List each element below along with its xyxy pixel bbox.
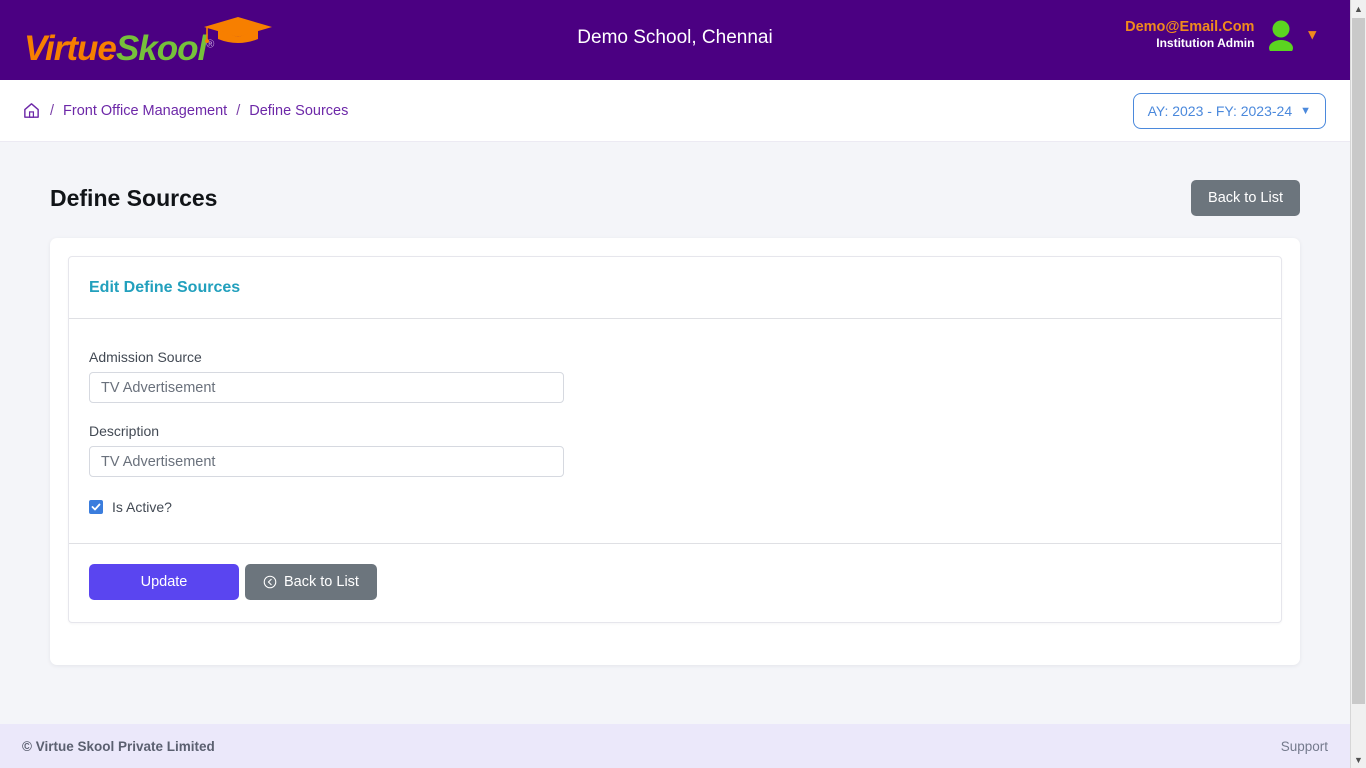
- academic-year-selector[interactable]: AY: 2023 - FY: 2023-24 ▼: [1132, 92, 1326, 129]
- top-header: VirtueSkool® Demo School, Chennai Demo@E…: [0, 0, 1350, 80]
- back-to-list-bottom-button[interactable]: Back to List: [245, 564, 377, 600]
- chevron-down-icon[interactable]: ▾: [1308, 27, 1316, 42]
- user-info: Demo@Email.Com Institution Admin: [1125, 18, 1254, 51]
- card-footer: Update Back to List: [69, 544, 1281, 622]
- edit-define-sources-card: Edit Define Sources Admission Source Des…: [68, 256, 1282, 623]
- support-link[interactable]: Support: [1281, 739, 1328, 754]
- field-admission-source: Admission Source: [89, 349, 1261, 403]
- card-header: Edit Define Sources: [69, 257, 1281, 319]
- browser-scrollbar[interactable]: ▲ ▼: [1350, 0, 1366, 768]
- user-email: Demo@Email.Com: [1125, 19, 1255, 35]
- brand-name-part1: Virtue: [24, 29, 117, 68]
- user-menu[interactable]: Demo@Email.Com Institution Admin ▾: [1125, 18, 1316, 51]
- admission-source-label: Admission Source: [89, 349, 202, 365]
- card-body: Admission Source Description: [69, 319, 1281, 544]
- user-role: Institution Admin: [1156, 36, 1255, 51]
- breadcrumb-separator-2: /: [236, 102, 241, 119]
- scrollbar-thumb[interactable]: [1352, 18, 1365, 704]
- copyright-text: © Virtue Skool Private Limited: [22, 738, 215, 754]
- browser-viewport: VirtueSkool® Demo School, Chennai Demo@E…: [0, 0, 1366, 768]
- brand-name-part2: Skool: [115, 29, 207, 68]
- academic-year-label: AY: 2023 - FY: 2023-24: [1147, 102, 1293, 119]
- description-label: Description: [89, 423, 160, 439]
- user-avatar-icon[interactable]: [1266, 19, 1296, 51]
- breadcrumb-item-front-office-management[interactable]: Front Office Management: [63, 103, 227, 119]
- admission-source-input[interactable]: [89, 372, 564, 403]
- circle-arrow-left-icon: [263, 575, 277, 589]
- breadcrumb-item-define-sources[interactable]: Define Sources: [249, 103, 348, 119]
- breadcrumb-separator-1: /: [50, 102, 55, 119]
- page-footer: © Virtue Skool Private Limited Support: [0, 724, 1350, 768]
- update-button[interactable]: Update: [89, 564, 239, 600]
- is-active-checkbox[interactable]: [89, 500, 103, 514]
- app-page: VirtueSkool® Demo School, Chennai Demo@E…: [0, 0, 1350, 768]
- scrollbar-track[interactable]: [1351, 704, 1366, 751]
- page-header: Define Sources Back to List: [50, 142, 1300, 238]
- graduation-cap-icon: [204, 17, 272, 43]
- home-icon[interactable]: [22, 101, 41, 120]
- description-input[interactable]: [89, 446, 564, 477]
- chevron-down-icon: ▼: [1300, 104, 1311, 117]
- field-description: Description: [89, 423, 1261, 477]
- scroll-up-arrow[interactable]: ▲: [1351, 0, 1366, 17]
- breadcrumb: / Front Office Management / Define Sourc…: [22, 101, 348, 120]
- card-title: Edit Define Sources: [89, 279, 241, 296]
- is-active-label: Is Active?: [112, 499, 172, 515]
- page-title: Define Sources: [50, 184, 218, 211]
- main-content: Define Sources Back to List Edit Define …: [0, 142, 1350, 724]
- scroll-down-arrow[interactable]: ▼: [1351, 751, 1366, 768]
- back-to-list-top-button[interactable]: Back to List: [1191, 180, 1300, 216]
- brand-logo[interactable]: VirtueSkool®: [24, 12, 272, 68]
- brand-wordmark: VirtueSkool®: [24, 29, 214, 68]
- form-outer-card: Edit Define Sources Admission Source Des…: [50, 238, 1300, 665]
- breadcrumb-bar: / Front Office Management / Define Sourc…: [0, 80, 1350, 142]
- is-active-row: Is Active?: [89, 499, 1261, 515]
- check-icon: [91, 503, 101, 511]
- back-to-list-bottom-label: Back to List: [284, 574, 359, 590]
